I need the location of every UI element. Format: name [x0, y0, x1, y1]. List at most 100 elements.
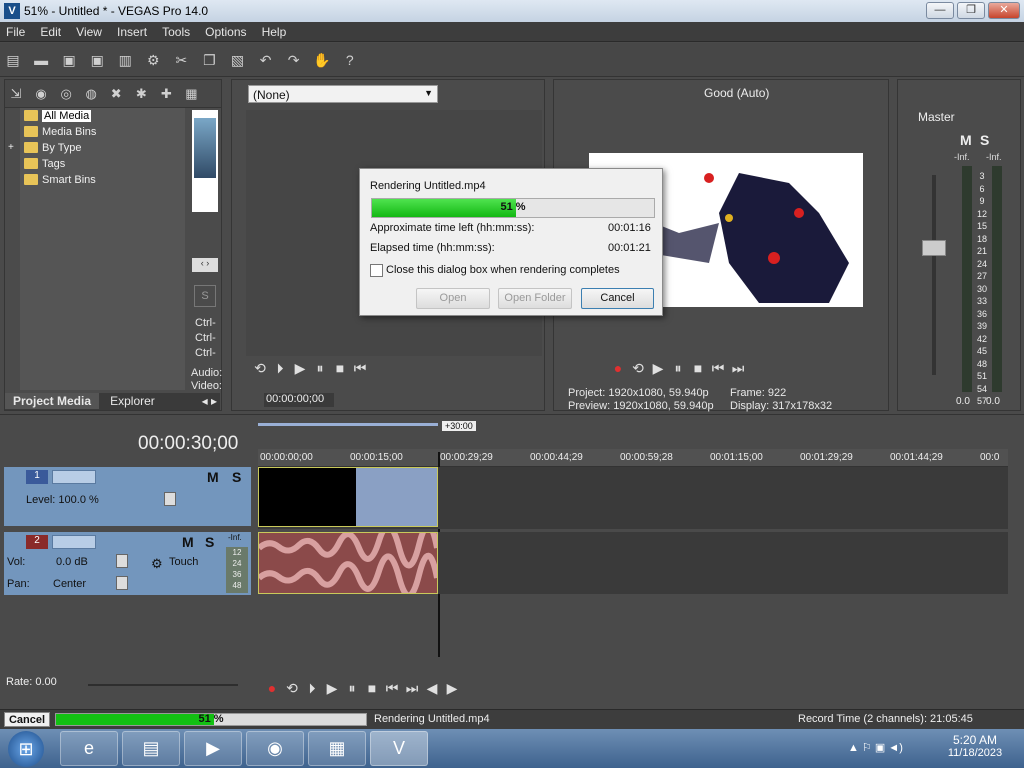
rate-slider[interactable] [88, 684, 238, 686]
next-frame-icon[interactable]: ▶ [442, 680, 462, 697]
stop-icon[interactable]: ■ [330, 360, 350, 376]
tree-item-smart-bins[interactable]: Smart Bins [20, 172, 185, 188]
prev-frame-icon[interactable]: ◀ [422, 680, 442, 697]
redo-icon[interactable]: ↷ [283, 49, 305, 71]
help-icon[interactable]: ? [339, 49, 361, 71]
play-from-start-icon[interactable]: ⏵ [270, 360, 290, 377]
track1-mute-button[interactable]: M [207, 469, 219, 485]
tray-icons[interactable]: ▲ ⚐ ▣ ◄) [848, 741, 903, 754]
preview-quality[interactable]: Good (Auto) [704, 86, 769, 100]
menu-view[interactable]: View [70, 22, 108, 42]
vol-slider[interactable] [116, 554, 128, 568]
remove-icon[interactable]: ✖ [107, 84, 125, 104]
open-folder-button[interactable]: Open Folder [498, 288, 572, 309]
loop-icon[interactable]: ⟲ [282, 680, 302, 697]
media-player-icon[interactable]: ▶ [184, 731, 242, 766]
tree-item-media-bins[interactable]: Media Bins [20, 124, 185, 140]
control-panel-icon[interactable]: ▦ [308, 731, 366, 766]
web-icon[interactable]: ◍ [82, 84, 100, 104]
audio-clip[interactable] [256, 522, 440, 599]
close-on-complete-checkbox[interactable] [370, 264, 383, 277]
play-from-start-icon[interactable]: ⏵ [302, 680, 322, 697]
pause-icon[interactable]: ⏸ [310, 360, 330, 377]
menu-edit[interactable]: Edit [34, 22, 67, 42]
paste-icon[interactable]: ▧ [227, 49, 249, 71]
pause-icon[interactable]: ⏸ [342, 680, 362, 697]
trimmer-dropdown[interactable]: (None) ▼ [248, 85, 438, 103]
chrome-icon[interactable]: ◉ [246, 731, 304, 766]
status-cancel-button[interactable]: Cancel [4, 712, 50, 727]
track-header-video[interactable]: 1 M S Level: 100.0 % [4, 467, 251, 526]
save-icon[interactable]: ▣ [58, 49, 80, 71]
pause-icon[interactable]: ⏸ [668, 360, 688, 377]
tab-explorer[interactable]: Explorer [102, 393, 163, 409]
clock[interactable]: 5:20 AM 11/18/2023 [935, 733, 1015, 759]
import-media-icon[interactable]: ⇲ [7, 84, 25, 104]
properties-icon[interactable]: ⚙ [142, 49, 164, 71]
play-icon[interactable]: ▶ [322, 680, 342, 697]
render-icon[interactable]: ▥ [114, 49, 136, 71]
master-fader[interactable] [922, 240, 946, 256]
track-name-field[interactable] [52, 535, 96, 549]
new-icon[interactable]: ▤ [2, 49, 24, 71]
save-as-icon[interactable]: ▣ [86, 49, 108, 71]
copy-icon[interactable]: ❐ [198, 49, 220, 71]
next-icon[interactable]: ⏭ [728, 360, 748, 377]
media-fx-icon[interactable]: ✱ [132, 84, 150, 104]
pan-slider[interactable] [116, 576, 128, 590]
start-button[interactable]: ⊞ [8, 731, 44, 767]
tree-item-all-media[interactable]: All Media [20, 108, 185, 124]
cut-icon[interactable]: ✂ [170, 49, 192, 71]
track2-solo-button[interactable]: S [205, 534, 214, 550]
media-thumbnail[interactable] [192, 110, 218, 212]
stop-icon[interactable]: ■ [688, 360, 708, 376]
tab-project-media[interactable]: Project Media [5, 393, 100, 409]
record-icon[interactable]: ● [262, 680, 282, 696]
track-header-audio[interactable]: 2 M S -Inf. Vol: 0.0 dB ⚙ Touch Pan: Cen… [4, 532, 251, 595]
menu-insert[interactable]: Insert [111, 22, 153, 42]
tools-icon[interactable]: ✋ [311, 49, 333, 71]
plugin-icon[interactable]: ✚ [157, 84, 175, 104]
stop-icon[interactable]: ■ [362, 680, 382, 696]
menu-options[interactable]: Options [199, 22, 252, 42]
explorer-icon[interactable]: ▤ [122, 731, 180, 766]
disc-icon[interactable]: ◎ [57, 84, 75, 104]
play-icon[interactable]: ▶ [290, 360, 310, 377]
maximize-button[interactable]: ❐ [957, 2, 985, 19]
views-icon[interactable]: ▦ [182, 84, 200, 104]
next-icon[interactable]: ⏭ [402, 680, 422, 697]
track-name-field[interactable] [52, 470, 96, 484]
capture-icon[interactable]: ◉ [32, 84, 50, 104]
ie-icon[interactable]: e [60, 731, 118, 766]
master-solo-button[interactable]: S [980, 132, 989, 148]
tree-item-tags[interactable]: Tags [20, 156, 185, 172]
automation-mode[interactable]: Touch [169, 556, 198, 568]
minimize-button[interactable]: — [926, 2, 954, 19]
play-icon[interactable]: ▶ [648, 360, 668, 377]
undo-icon[interactable]: ↶ [255, 49, 277, 71]
video-clip[interactable] [258, 467, 438, 527]
master-mute-button[interactable]: M [960, 132, 972, 148]
timeline-ruler[interactable]: 00:00:00;00 00:00:15;00 00:00:29;29 00:00:4… [258, 449, 1008, 467]
menu-tools[interactable]: Tools [156, 22, 196, 42]
menu-file[interactable]: File [0, 22, 31, 42]
tab-scroll-icon[interactable]: ◂ ▸ [199, 393, 220, 409]
prev-icon[interactable]: ⏮ [708, 360, 728, 377]
track2-mute-button[interactable]: M [182, 534, 194, 550]
tree-item-by-type[interactable]: + By Type [8, 140, 185, 156]
prev-frame-icon[interactable]: ⏮ [350, 360, 370, 377]
open-icon[interactable]: ▬ [30, 49, 52, 71]
loop-region[interactable] [258, 423, 438, 426]
vegas-taskbar-icon[interactable]: V [370, 731, 428, 766]
menu-help[interactable]: Help [256, 22, 293, 42]
track1-level-slider[interactable] [164, 492, 176, 506]
open-button[interactable]: Open [416, 288, 490, 309]
loop-icon[interactable]: ⟲ [628, 360, 648, 377]
thumb-scroll[interactable]: ‹ › [192, 258, 218, 272]
close-button[interactable]: ✕ [988, 2, 1020, 19]
cancel-button[interactable]: Cancel [581, 288, 654, 309]
expand-icon[interactable]: + [8, 140, 14, 156]
track1-solo-button[interactable]: S [232, 469, 241, 485]
loop-icon[interactable]: ⟲ [250, 360, 270, 377]
record-icon[interactable]: ● [608, 360, 628, 376]
